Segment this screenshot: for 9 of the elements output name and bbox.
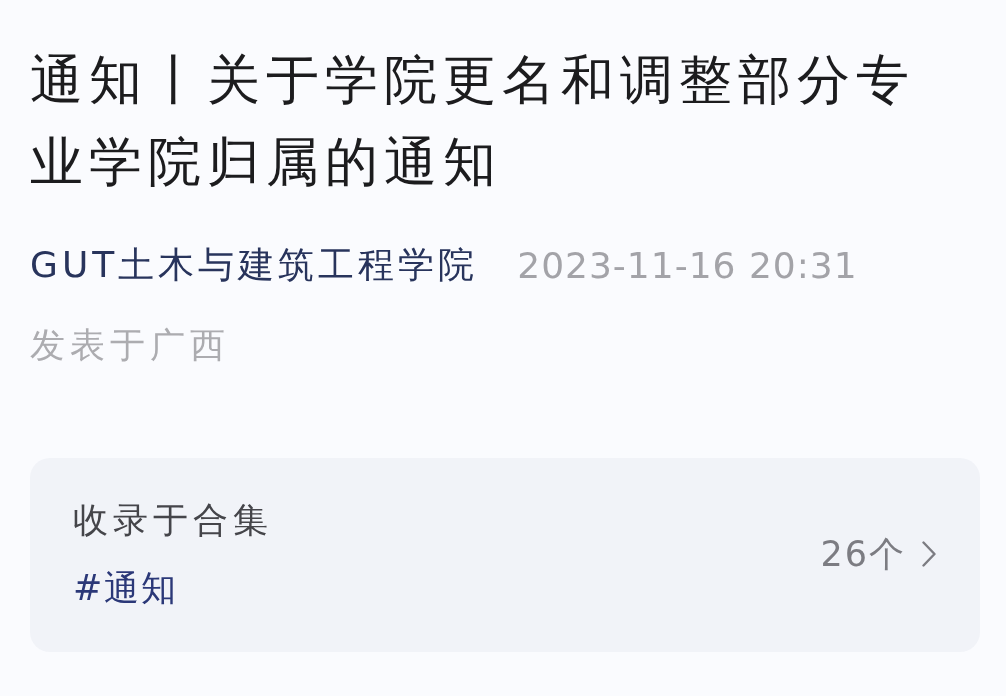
collection-tag[interactable]: #通知 <box>73 566 179 610</box>
article-title: 通知丨关于学院更名和调整部分专业学院归属的通知 <box>30 48 916 194</box>
chevron-right-icon <box>922 541 936 567</box>
collection-card[interactable]: 收录于合集 #通知 26个 <box>30 458 980 652</box>
collection-heading: 收录于合集 <box>73 499 273 542</box>
collection-count: 26个 <box>820 532 906 576</box>
author-name[interactable]: GUT土木与建筑工程学院 <box>30 240 479 290</box>
publish-time: 2023-11-16 20:31 <box>517 244 858 286</box>
publish-location: 发表于广西 <box>30 324 230 367</box>
